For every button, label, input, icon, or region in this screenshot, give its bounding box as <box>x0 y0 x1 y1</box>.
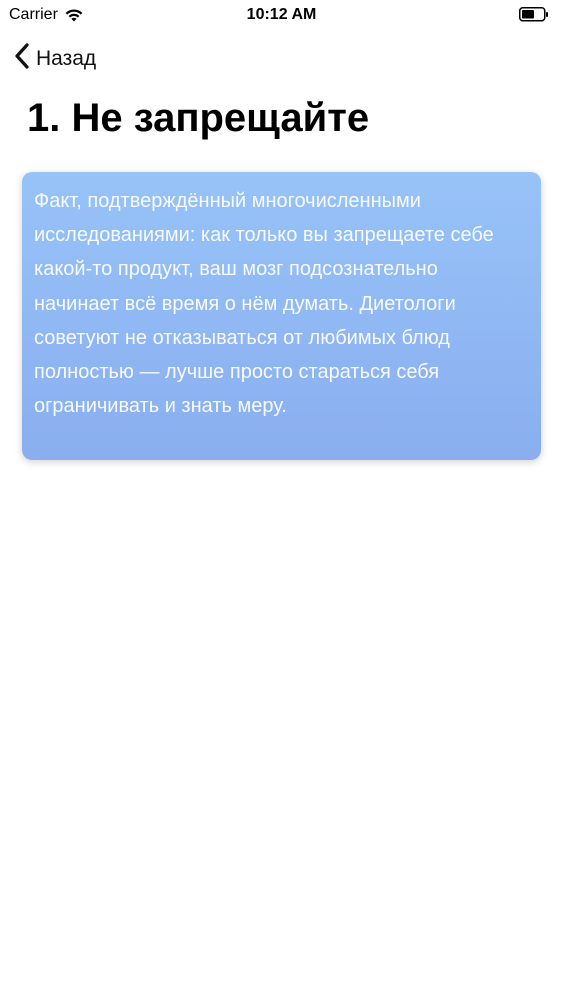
back-button[interactable]: Назад <box>14 42 96 75</box>
navigation-bar: Назад <box>0 36 563 80</box>
back-label: Назад <box>36 46 97 70</box>
article-card: Факт, подтверждённый многочисленными исс… <box>22 172 541 460</box>
battery-icon <box>519 7 549 22</box>
article-text: Факт, подтверждённый многочисленными исс… <box>34 190 494 418</box>
chevron-left-icon <box>14 42 30 75</box>
clock: 10:12 AM <box>246 6 317 23</box>
status-bar: Carrier 10:12 AM <box>0 0 563 30</box>
page-title: 1. Не запрещайте <box>27 96 370 140</box>
